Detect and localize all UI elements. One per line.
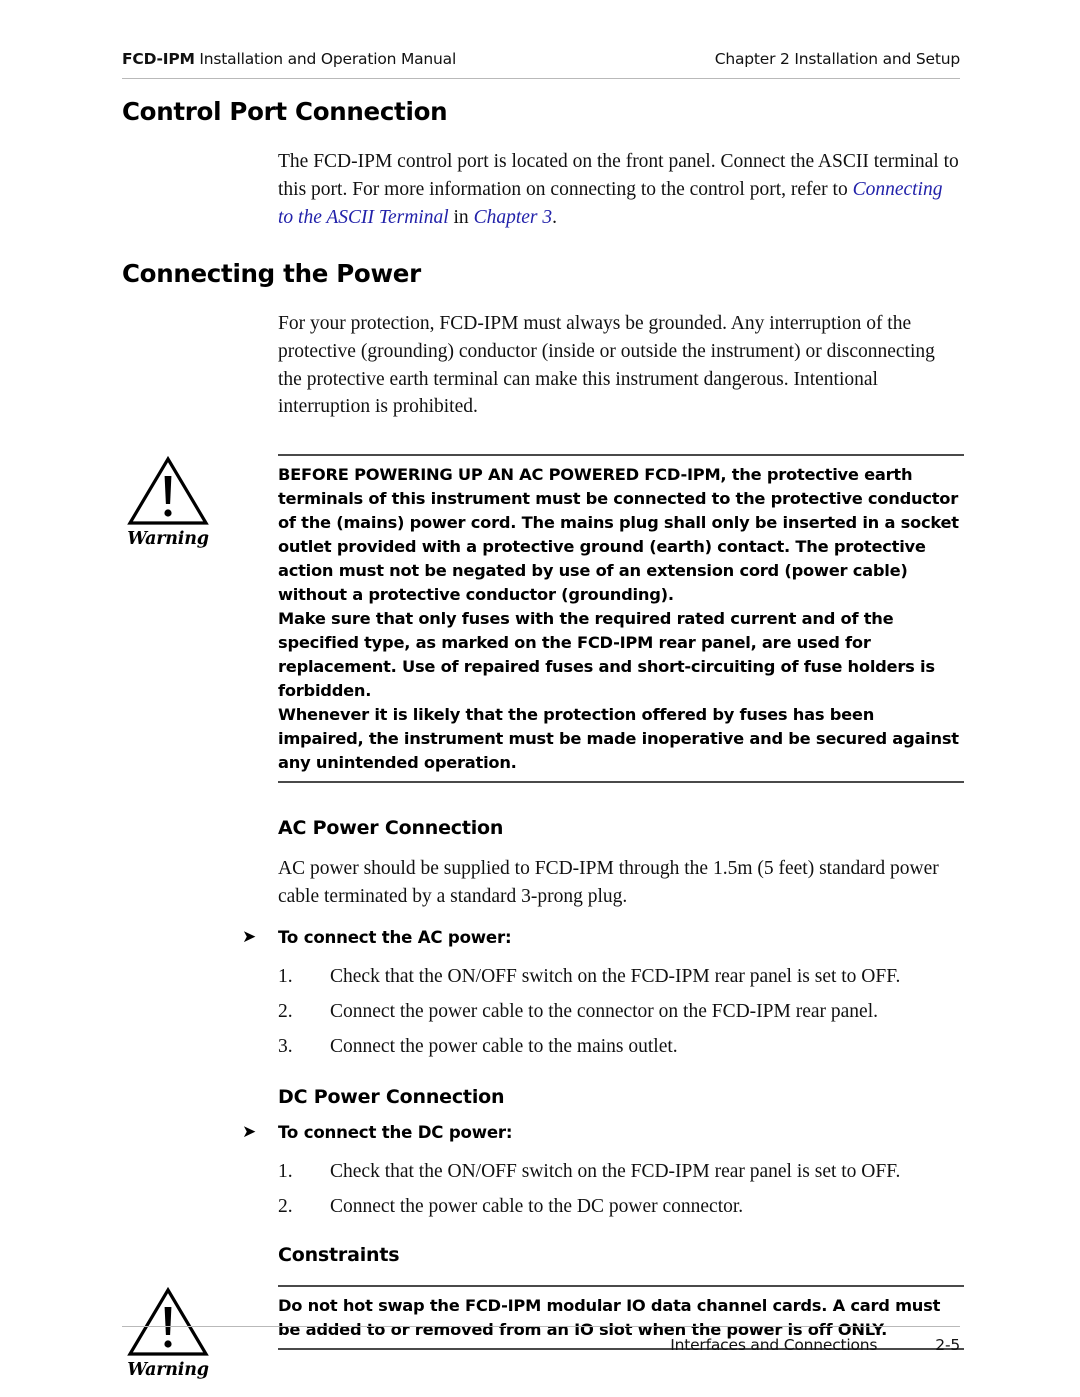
warning-label: Warning: [127, 1360, 209, 1381]
step-number: 1.: [278, 1160, 293, 1182]
warning-paragraph-2: Make sure that only fuses with the requi…: [278, 608, 935, 700]
list-item: 1. Check that the ON/OFF switch on the FC…: [278, 1159, 960, 1185]
arrow-bullet-icon: ➤: [242, 1121, 257, 1142]
footer-page-number: 2-5: [935, 1336, 960, 1354]
warning-bottom-rule: [278, 780, 964, 783]
heading-ac-power-connection: AC Power Connection: [278, 816, 504, 839]
warning-triangle-icon: [116, 454, 220, 528]
arrow-bullet-icon: ➤: [242, 926, 257, 947]
warning-text-body: BEFORE POWERING UP AN AC POWERED FCD-IPM…: [278, 456, 964, 780]
warning-icon-group: Warning: [116, 454, 220, 549]
paragraph-connecting-power: For your protection, FCD-IPM must always…: [278, 313, 935, 418]
footer-section-title: Interfaces and Connections: [670, 1336, 878, 1354]
list-item: 2. Connect the power cable to the DC powe…: [278, 1194, 960, 1220]
warning-label: Warning: [127, 529, 209, 550]
warning-paragraph-3: Whenever it is likely that the protectio…: [278, 704, 959, 772]
header-chapter-title: Chapter 2 Installation and Setup: [714, 50, 960, 68]
step-number: 2.: [278, 1195, 293, 1217]
heading-dc-power-connection: DC Power Connection: [278, 1085, 505, 1108]
heading-control-port-connection: Control Port Connection: [122, 97, 448, 126]
lead-in-ac-power-label: To connect the AC power:: [278, 927, 512, 947]
header-left-rest: Installation and Operation Manual: [194, 50, 457, 68]
warning-paragraph-1: BEFORE POWERING UP AN AC POWERED FCD-IPM…: [278, 465, 959, 604]
header-divider: [122, 78, 960, 79]
lead-in-ac-power: ➤ To connect the AC power:: [242, 927, 960, 947]
page-content: Control Port Connection The FCD-IPM cont…: [122, 92, 964, 1380]
list-item: 2. Connect the power cable to the connect…: [278, 999, 960, 1025]
step-number: 3.: [278, 1036, 293, 1058]
list-item: 1. Check that the ON/OFF switch on the FC…: [278, 964, 960, 990]
step-text: Connect the power cable to the DC power …: [330, 1195, 744, 1217]
step-text: Connect the power cable to the mains out…: [330, 1036, 678, 1058]
xref-chapter-3[interactable]: Chapter 3: [474, 207, 553, 228]
paragraph-ac-power: AC power should be supplied to FCD-IPM t…: [278, 858, 939, 908]
step-text: Check that the ON/OFF switch on the FCD-…: [330, 965, 901, 987]
control-port-text-part3: .: [552, 206, 557, 228]
steps-list-ac-power: 1. Check that the ON/OFF switch on the FC…: [278, 964, 960, 1061]
heading-constraints: Constraints: [278, 1244, 400, 1267]
step-text: Connect the power cable to the connector…: [330, 1001, 878, 1023]
lead-in-dc-power: ➤ To connect the DC power:: [242, 1122, 960, 1142]
warning-icon-group: Warning: [116, 1285, 220, 1380]
document-page: FCD-IPM Installation and Operation Manua…: [0, 0, 1080, 1397]
warning-paragraph-1: Do not hot swap the FCD-IPM modular IO d…: [278, 1296, 941, 1339]
header-left-title: FCD-IPM Installation and Operation Manua…: [122, 50, 456, 68]
footer-divider: [122, 1326, 960, 1327]
list-item: 3. Connect the power cable to the mains o…: [278, 1034, 960, 1060]
lead-in-dc-power-label: To connect the DC power:: [278, 1122, 513, 1142]
step-number: 1.: [278, 965, 293, 987]
steps-list-dc-power: 1. Check that the ON/OFF switch on the FC…: [278, 1159, 960, 1221]
page-footer: Interfaces and Connections 2-5: [122, 1336, 960, 1354]
step-number: 2.: [278, 1001, 293, 1023]
warning-block-power: Warning BEFORE POWERING UP AN AC POWERED…: [127, 454, 964, 783]
page-header: FCD-IPM Installation and Operation Manua…: [122, 50, 960, 68]
step-text: Check that the ON/OFF switch on the FCD-…: [330, 1160, 901, 1182]
control-port-text-part2: in: [448, 206, 474, 228]
paragraph-control-port: The FCD-IPM control port is located on t…: [278, 148, 960, 231]
heading-connecting-the-power: Connecting the Power: [122, 259, 421, 289]
header-product-name: FCD-IPM: [122, 50, 195, 68]
